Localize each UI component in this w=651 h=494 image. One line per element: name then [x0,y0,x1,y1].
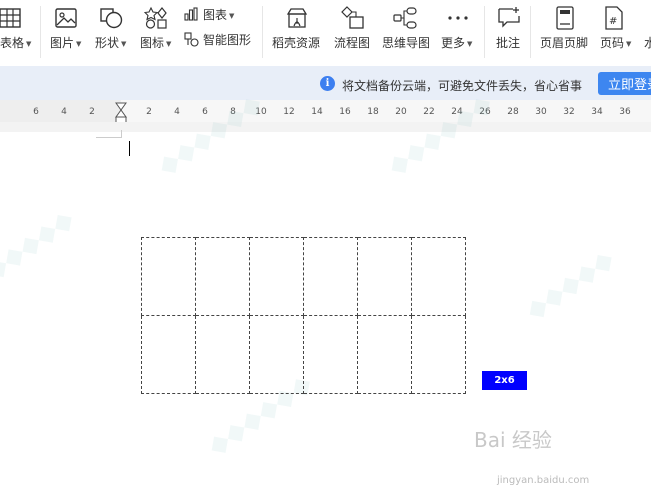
icons-button[interactable]: 图标 ▼ [140,36,171,51]
caret-down-icon: ▼ [121,39,127,48]
caret-down-icon: ▼ [229,11,235,20]
ruler-number: 2 [89,107,95,117]
ruler-number: 2 [146,107,152,117]
chart-icon[interactable] [184,7,198,21]
chart-button[interactable]: 图表 ▼ [203,8,234,23]
table-row [141,237,466,316]
ruler-number: 26 [479,107,491,117]
header-footer-button[interactable]: 页眉页脚 [540,36,588,50]
more-button[interactable]: 更多 ▼ [441,36,472,51]
toolbar-separator [484,6,485,58]
table-cell[interactable] [357,237,412,316]
ruler-number: 30 [535,107,547,117]
table-cell[interactable] [303,237,358,316]
docer-icon[interactable] [285,6,309,30]
page-number-icon[interactable]: # [602,6,626,30]
info-icon: i [320,76,335,91]
table-cell[interactable] [357,315,412,394]
ruler-number: 20 [395,107,407,117]
page-number-button[interactable]: 页码 ▼ [600,36,631,51]
ruler-number: 12 [283,107,295,117]
more-dots-icon[interactable] [446,6,470,30]
page-top-gap [0,122,651,132]
caret-down-icon: ▼ [26,39,32,48]
insert-ribbon: 表格 ▼ 图片 ▼ 形状 ▼ 图标 ▼ 图表 ▼ 智能图形 稻壳资源 流程图 思… [0,0,651,66]
ruler-number: 22 [423,107,435,117]
caret-down-icon: ▼ [467,39,473,48]
notice-text: 将文档备份云端，可避免文件丢失，省心省事 [342,79,583,93]
table-cell[interactable] [411,237,466,316]
margin-corner-mark [121,130,122,138]
baidu-jingyan-logo: Bai 经验 [474,428,552,452]
docer-resources-button[interactable]: 稻壳资源 [272,36,320,50]
table-cell[interactable] [249,315,304,394]
comment-button[interactable]: 批注 [496,36,520,50]
table-cell[interactable] [141,315,196,394]
smart-graphic-icon[interactable] [184,32,199,47]
dashed-table[interactable] [141,237,466,394]
table-cell[interactable] [195,237,250,316]
ruler-number: 10 [255,107,267,117]
table-size-badge: 2x6 [482,371,527,390]
table-cell[interactable] [195,315,250,394]
ruler-number: 18 [367,107,379,117]
table-cell[interactable] [411,315,466,394]
login-now-button[interactable]: 立即登录 [598,72,651,95]
ruler-number: 36 [619,107,631,117]
smart-graphic-button[interactable]: 智能图形 [203,33,251,47]
table-cell[interactable] [141,237,196,316]
table-cell[interactable] [303,315,358,394]
flowchart-button[interactable]: 流程图 [334,36,370,50]
flowchart-icon[interactable] [341,6,365,30]
ruler-number: 4 [61,107,67,117]
picture-button[interactable]: 图片 ▼ [50,36,81,51]
toolbar-separator [40,6,41,58]
ruler-number: 8 [230,107,236,117]
caret-down-icon: ▼ [76,39,82,48]
wps-writer-window: 表格 ▼ 图片 ▼ 形状 ▼ 图标 ▼ 图表 ▼ 智能图形 稻壳资源 流程图 思… [0,0,651,494]
shape-button[interactable]: 形状 ▼ [95,36,126,51]
ruler-number: 34 [591,107,603,117]
table-icon[interactable] [0,6,22,30]
margin-corner-mark [96,137,122,138]
ruler-number: 14 [311,107,323,117]
ruler-number: 6 [33,107,39,117]
watermark-button[interactable]: 水 [644,36,651,50]
toolbar-separator [262,6,263,58]
table-row [141,315,466,394]
caret-down-icon: ▼ [166,39,172,48]
ruler-number: 4 [174,107,180,117]
comment-icon[interactable] [497,6,521,30]
picture-icon[interactable] [54,6,78,30]
ruler-number: 24 [451,107,463,117]
indent-marker-icon[interactable] [115,102,127,124]
toolbar-separator [530,6,531,58]
text-cursor [129,141,130,156]
table-button[interactable]: 表格 ▼ [0,36,31,51]
caret-down-icon: ▼ [626,39,632,48]
header-footer-icon[interactable] [553,6,577,30]
ruler-number: 16 [339,107,351,117]
table-cell[interactable] [249,237,304,316]
icons-icon[interactable] [144,6,168,30]
baidu-jingyan-url: jingyan.baidu.com [497,475,590,486]
ruler-number: 32 [563,107,575,117]
ruler-number: 28 [507,107,519,117]
mindmap-icon[interactable] [393,6,417,30]
mindmap-button[interactable]: 思维导图 [382,36,430,50]
shape-icon[interactable] [99,6,123,30]
svg-text:#: # [609,16,617,27]
ruler-number: 6 [202,107,208,117]
